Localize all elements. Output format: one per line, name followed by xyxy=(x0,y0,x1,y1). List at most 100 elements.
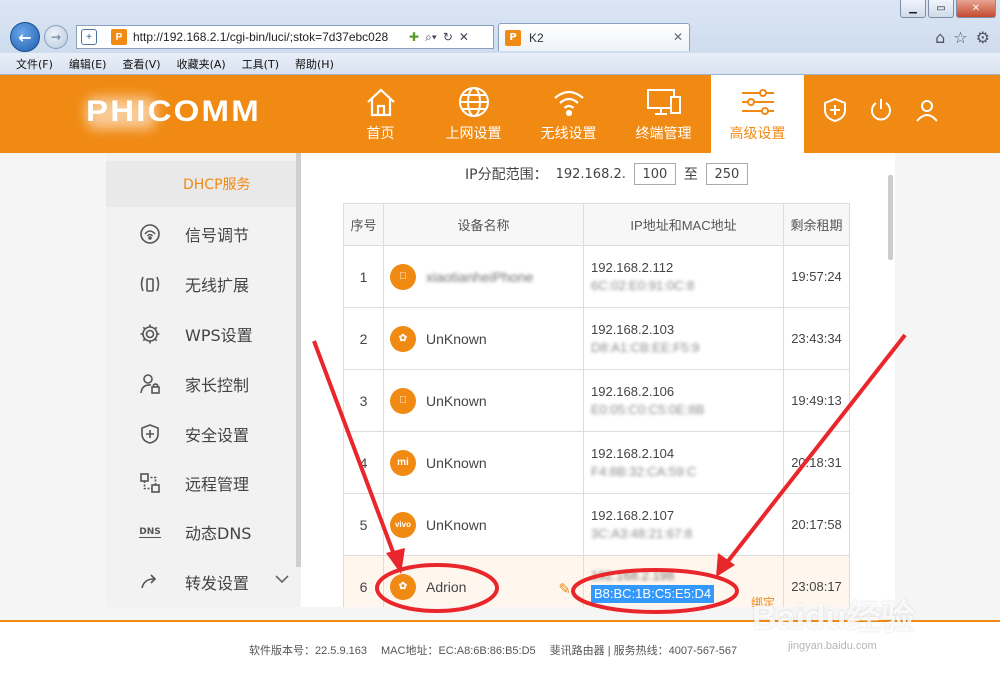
close-tab-icon[interactable]: ✕ xyxy=(673,30,683,44)
table-row[interactable]: 4 mi UnKnown 192.168.2.104 F4:8B:32:CA:59:… xyxy=(343,431,850,494)
star-icon[interactable]: ☆ xyxy=(953,28,967,47)
row-lease: 23:43:34 xyxy=(783,307,850,370)
menu-favorites[interactable]: 收藏夹(A) xyxy=(177,56,226,72)
device-ip: 192.168.2.112 xyxy=(591,259,674,275)
row-index: 1 xyxy=(343,245,384,308)
globe-icon xyxy=(458,87,489,117)
mac-selection[interactable]: B8:BC:1B:C5:E5:D4 xyxy=(591,584,715,603)
window-controls: ▁ ▭ ✕ xyxy=(900,0,996,18)
menu-edit[interactable]: 编辑(E) xyxy=(69,56,107,72)
nav-internet[interactable]: 上网设置 xyxy=(427,75,520,153)
menu-view[interactable]: 查看(V) xyxy=(122,56,160,72)
table-row[interactable]: 1  xiaotianheiPhone 192.168.2.112 6C:02:E… xyxy=(343,245,850,308)
range-to-label: 至 xyxy=(683,167,698,183)
sidebar-item-dhcp[interactable]: DHCP服务 xyxy=(106,161,300,207)
table-row[interactable]: 3  UnKnown 192.168.2.106 E0:05:C0:C5:0E:8… xyxy=(343,369,850,432)
sidebar-item-ddns[interactable]: DNS 动态DNS xyxy=(106,509,300,555)
stop-icon[interactable]: ✕ xyxy=(459,30,469,45)
main-scrollbar[interactable] xyxy=(888,175,893,260)
search-icon[interactable]: ⌕▾ xyxy=(425,30,437,45)
ip-range-label: IP分配范围： xyxy=(465,167,548,183)
row-lease: 19:49:13 xyxy=(783,369,850,432)
maximize-button[interactable]: ▭ xyxy=(928,0,954,18)
back-button[interactable]: ← xyxy=(10,22,40,52)
footer-info: 软件版本号：22.5.9.163 MAC地址：EC:A8:6B:86:B5:D5… xyxy=(249,642,737,658)
ip-range-prefix: 192.168.2. xyxy=(555,166,626,182)
nav-label: 无线设置 xyxy=(540,126,597,142)
router-mac: MAC地址：EC:A8:6B:86:B5:D5 xyxy=(381,645,536,657)
row-device:  xiaotianheiPhone xyxy=(383,245,584,308)
col-device-name: 设备名称 xyxy=(383,203,584,246)
remote-icon xyxy=(138,471,162,495)
device-mac: 6C:02:E0:91:0C:8 xyxy=(591,277,695,293)
sidebar-item-label: 安全设置 xyxy=(185,426,250,445)
row-index: 3 xyxy=(343,369,384,432)
sidebar-item-label: 信号调节 xyxy=(185,226,250,245)
home-icon xyxy=(366,88,395,117)
tab-title: K2 xyxy=(529,30,544,45)
parental-icon xyxy=(138,372,162,396)
refresh-icon[interactable]: ↻ xyxy=(443,30,453,45)
forward-button[interactable]: → xyxy=(44,25,68,49)
col-ip-mac: IP地址和MAC地址 xyxy=(583,203,784,246)
compat-icon[interactable]: ✚ xyxy=(409,30,419,45)
minimize-button[interactable]: ▁ xyxy=(900,0,926,18)
baidu-watermark: Baidu经验 xyxy=(752,599,915,637)
sliders-icon xyxy=(741,89,774,115)
sidebar-item-remote[interactable]: 远程管理 xyxy=(106,460,300,506)
address-tools: ✚ ⌕▾ ↻ ✕ xyxy=(409,30,469,45)
device-name: UnKnown xyxy=(426,392,487,409)
range-end-input[interactable]: 250 xyxy=(705,163,748,185)
browser-icons: ⌂ ☆ ⚙ xyxy=(935,28,990,47)
table-row[interactable]: 2 ✿ UnKnown 192.168.2.103 D8:A1:CB:EE:F5:9… xyxy=(343,307,850,370)
close-window-button[interactable]: ✕ xyxy=(956,0,996,18)
extender-icon xyxy=(138,272,162,296)
sidebar-item-security[interactable]: 安全设置 xyxy=(106,411,300,457)
sidebar-item-parental[interactable]: 家长控制 xyxy=(106,361,300,407)
power-icon[interactable] xyxy=(868,97,894,123)
row-device: mi UnKnown xyxy=(383,431,584,494)
dns-icon: DNS xyxy=(138,520,162,544)
site-icon: P xyxy=(111,29,127,45)
sidebar-item-extender[interactable]: 无线扩展 xyxy=(106,261,300,307)
forward-icon xyxy=(138,570,162,594)
home-icon[interactable]: ⌂ xyxy=(935,28,945,47)
nav-wireless[interactable]: 无线设置 xyxy=(522,75,615,153)
device-name: Adrion xyxy=(426,578,467,595)
site-icon: P xyxy=(505,29,521,46)
gear-icon[interactable]: ⚙ xyxy=(976,28,990,47)
sidebar-item-signal[interactable]: 信号调节 xyxy=(106,211,300,257)
device-ip: 192.168.2.104 xyxy=(591,445,675,461)
edit-icon[interactable]: ✎ xyxy=(558,580,571,598)
table-row[interactable]: 5 vivo UnKnown 192.168.2.107 3C:A3:48:21:6… xyxy=(343,493,850,556)
sidebar: DHCP服务 信号调节 无线扩展 WPS设置 家长控制 安全设置 远程管理 DN… xyxy=(106,153,300,607)
nav-advanced[interactable]: 高级设置 xyxy=(711,75,804,153)
sidebar-item-label: 动态DNS xyxy=(185,524,252,543)
user-icon[interactable] xyxy=(914,97,940,123)
row-index: 6 xyxy=(343,555,384,607)
chevron-down-icon[interactable] xyxy=(274,571,290,591)
device-table: 序号 设备名称 IP地址和MAC地址 剩余租期 1  xiaotianheiPh… xyxy=(343,203,850,607)
row-lease: 20:17:58 xyxy=(783,493,850,556)
nav-home[interactable]: 首页 xyxy=(334,75,427,153)
address-bar[interactable]: + P http://192.168.2.1/cgi-bin/luci/;sto… xyxy=(76,25,494,49)
url-text[interactable]: http://192.168.2.1/cgi-bin/luci/;stok=7d… xyxy=(133,30,403,44)
device-name: UnKnown xyxy=(426,454,487,471)
device-mac: 3C:A3:48:21:67:8 xyxy=(591,525,693,541)
sidebar-item-wps[interactable]: WPS设置 xyxy=(106,311,300,357)
sidebar-item-forward[interactable]: 转发设置 xyxy=(106,559,300,605)
menu-file[interactable]: 文件(F) xyxy=(16,56,53,72)
row-index: 5 xyxy=(343,493,384,556)
nav-devices[interactable]: 终端管理 xyxy=(617,75,710,153)
browser-tab[interactable]: P K2 ✕ xyxy=(498,23,690,51)
range-start-input[interactable]: 100 xyxy=(633,163,676,185)
shield-icon: + xyxy=(81,29,97,45)
nav-label: 首页 xyxy=(366,126,395,142)
shield-plus-icon[interactable] xyxy=(822,97,848,123)
mi-icon: mi xyxy=(390,449,416,476)
menu-help[interactable]: 帮助(H) xyxy=(295,56,334,72)
menu-tools[interactable]: 工具(T) xyxy=(242,56,279,72)
row-index: 2 xyxy=(343,307,384,370)
software-version: 软件版本号：22.5.9.163 xyxy=(249,645,367,657)
dns-badge: DNS xyxy=(139,526,161,538)
